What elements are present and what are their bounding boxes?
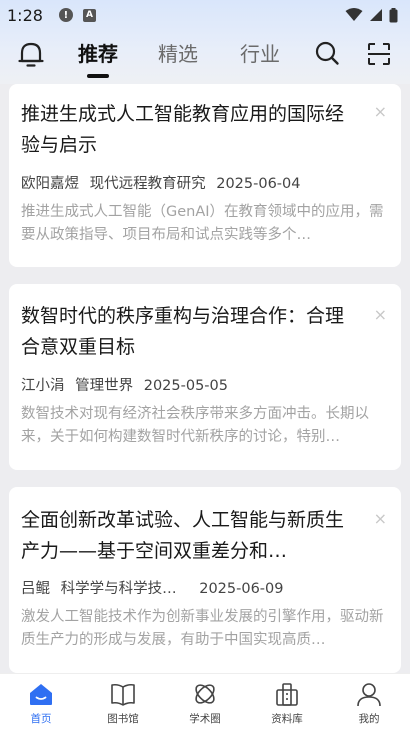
article-title[interactable]: 数智时代的秩序重构与治理合作：合理合意双重目标 xyxy=(21,301,357,363)
scan-icon[interactable] xyxy=(367,42,391,66)
tab-featured[interactable]: 精选 xyxy=(158,38,198,67)
bell-icon[interactable] xyxy=(18,40,44,68)
book-icon xyxy=(111,683,135,706)
bottom-nav-label: 首页 xyxy=(30,713,52,725)
bottom-nav-label: 学术圈 xyxy=(189,713,221,725)
article-summary: 推进生成式人工智能（GenAI）在教育领域中的应用，需要从政策指导、项目布局和试… xyxy=(21,204,384,243)
article-meta: 欧阳嘉煜 现代远程教育研究 2025-06-04 xyxy=(21,172,389,193)
database-icon xyxy=(276,683,298,706)
article-card[interactable]: × 全面创新改革试验、人工智能与新质生产力——基于空间双重差分和… 吕鲲 科学学… xyxy=(9,487,401,673)
bottom-nav-label: 我的 xyxy=(358,713,380,725)
wifi-icon xyxy=(345,8,363,21)
article-summary: 激发人工智能技术作为创新事业发展的引擎作用，驱动新质生产力的形成与发展，有助于中… xyxy=(21,609,384,648)
active-tab-indicator xyxy=(87,74,109,78)
top-nav: 推荐 精选 行业 xyxy=(0,30,410,84)
bottom-nav-database[interactable]: 资料库 xyxy=(246,674,328,730)
article-date: 2025-05-05 xyxy=(143,378,228,394)
bottom-nav-profile[interactable]: 我的 xyxy=(328,674,410,730)
article-feed: × 推进生成式人工智能教育应用的国际经验与启示 欧阳嘉煜 现代远程教育研究 20… xyxy=(0,84,410,673)
bottom-nav: 首页 图书馆 学术圈 资料库 我的 xyxy=(0,673,410,730)
article-source: 科学学与科学技… xyxy=(60,581,177,597)
status-indicators xyxy=(345,7,398,23)
article-source: 现代远程教育研究 xyxy=(89,176,206,192)
close-icon[interactable]: × xyxy=(374,104,387,120)
article-card[interactable]: × 数智时代的秩序重构与治理合作：合理合意双重目标 江小涓 管理世界 2025-… xyxy=(9,284,401,470)
article-author: 欧阳嘉煜 xyxy=(21,176,79,192)
bottom-nav-label: 图书馆 xyxy=(107,713,139,725)
article-author: 江小涓 xyxy=(21,378,65,394)
status-bar: 1:28 ! A xyxy=(0,0,410,30)
bottom-nav-label: 资料库 xyxy=(271,713,303,725)
battery-icon xyxy=(389,7,398,22)
home-icon xyxy=(30,684,52,705)
article-card[interactable]: × 推进生成式人工智能教育应用的国际经验与启示 欧阳嘉煜 现代远程教育研究 20… xyxy=(9,84,401,267)
app-screen: 1:28 ! A 推荐 精选 行业 × 推进生成式人工智能教育应用的国际经验与启… xyxy=(0,0,410,730)
article-source: 管理世界 xyxy=(75,378,134,394)
bottom-nav-academic[interactable]: 学术圈 xyxy=(164,674,246,730)
article-date: 2025-06-09 xyxy=(199,581,284,597)
article-author: 吕鲲 xyxy=(21,581,50,597)
close-icon[interactable]: × xyxy=(374,511,387,527)
article-meta: 江小涓 管理世界 2025-05-05 xyxy=(21,374,389,395)
bottom-nav-library[interactable]: 图书馆 xyxy=(82,674,164,730)
tab-recommended[interactable]: 推荐 xyxy=(78,38,118,67)
tab-industry[interactable]: 行业 xyxy=(240,38,280,67)
search-icon[interactable] xyxy=(314,40,340,66)
article-title[interactable]: 全面创新改革试验、人工智能与新质生产力——基于空间双重差分和… xyxy=(21,505,357,567)
header-area: 1:28 ! A 推荐 精选 行业 xyxy=(0,0,410,84)
app-notification-icon: A xyxy=(82,8,96,22)
article-date: 2025-06-04 xyxy=(216,176,301,192)
profile-icon xyxy=(357,683,381,707)
signal-icon xyxy=(370,9,382,21)
article-summary: 数智技术对现有经济社会秩序带来多方面冲击。长期以来，关于如何构建数智时代新秩序的… xyxy=(21,406,369,445)
academic-circle-icon xyxy=(195,684,215,704)
alert-notification-icon: ! xyxy=(58,8,73,22)
status-time: 1:28 xyxy=(7,5,43,25)
article-meta: 吕鲲 科学学与科学技… 2025-06-09 xyxy=(21,577,389,598)
article-title[interactable]: 推进生成式人工智能教育应用的国际经验与启示 xyxy=(21,99,357,161)
bottom-nav-home[interactable]: 首页 xyxy=(0,674,82,730)
close-icon[interactable]: × xyxy=(374,307,387,323)
